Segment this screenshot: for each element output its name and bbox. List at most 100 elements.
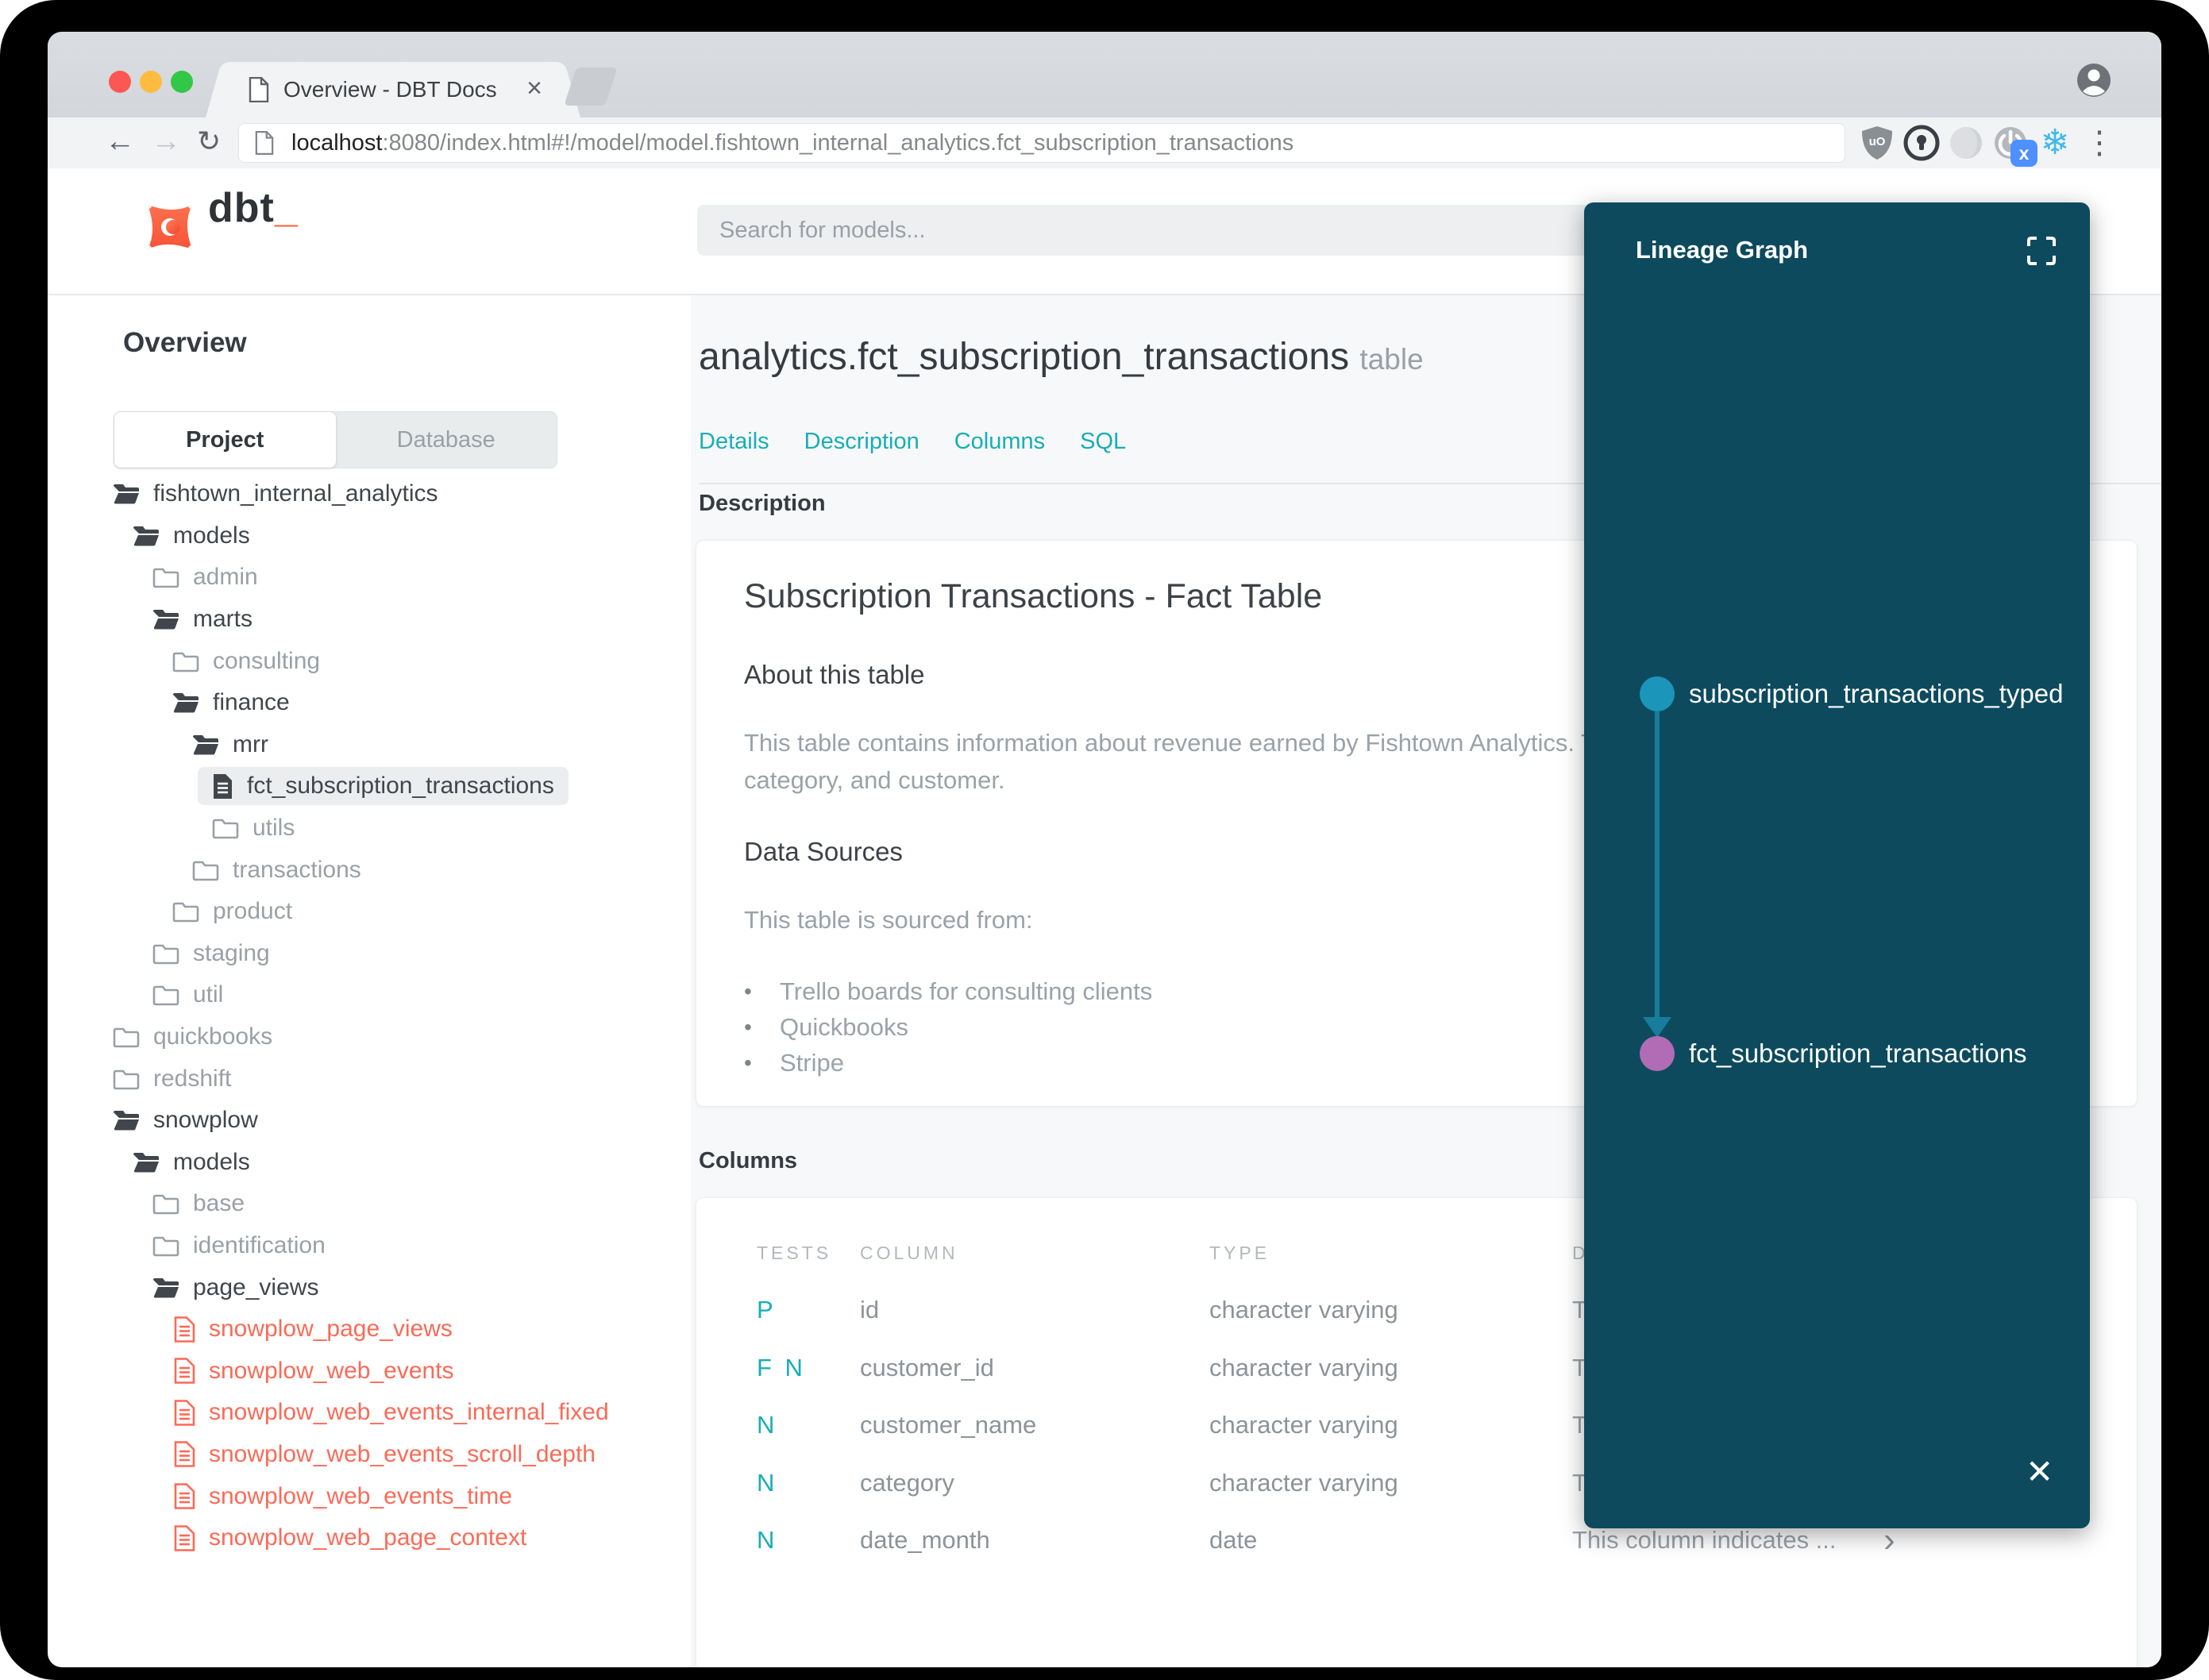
model-nav-link[interactable]: Columns — [954, 429, 1045, 455]
file-icon — [174, 1316, 195, 1343]
about-heading: About this table — [744, 660, 925, 689]
page-title: analytics.fct_subscription_transactions … — [699, 336, 1424, 378]
column-header: TYPE — [1209, 1243, 1270, 1263]
tab-project[interactable]: Project — [114, 412, 336, 468]
tree-item[interactable]: models — [48, 515, 691, 557]
snowflake-extension-icon[interactable]: ❄ — [2034, 118, 2076, 168]
folder-closed-icon — [113, 1068, 140, 1090]
window-zoom-button[interactable] — [171, 71, 193, 93]
tree-item[interactable]: snowplow_web_events_scroll_depth — [48, 1434, 691, 1476]
page-title-suffix: table — [1359, 343, 1424, 376]
tree-item[interactable]: fct_subscription_transactions — [48, 765, 691, 807]
row-column-name: customer_id — [860, 1353, 994, 1381]
tree-item[interactable]: snowplow_web_events_time — [48, 1475, 691, 1517]
dbt-logo-icon[interactable] — [137, 194, 203, 260]
tree-item-label: snowplow_web_events_scroll_depth — [209, 1440, 596, 1467]
tree-item[interactable]: product — [48, 891, 691, 933]
tree-item[interactable]: base — [48, 1183, 691, 1225]
tree-item-label: snowplow_web_events — [209, 1357, 454, 1384]
browser-tabstrip: Overview - DBT Docs × — [48, 32, 2161, 118]
tree-item[interactable]: mrr — [48, 724, 691, 766]
model-nav-link[interactable]: Description — [804, 429, 919, 455]
back-button[interactable]: ← — [105, 118, 135, 167]
forward-button[interactable]: → — [151, 118, 181, 167]
tree-item-label: utils — [253, 815, 295, 842]
source-list-item: • Stripe — [744, 1045, 1152, 1081]
row-type: character varying — [1209, 1353, 1398, 1381]
lineage-close-icon[interactable]: ✕ — [2026, 1455, 2053, 1489]
folder-open-icon — [172, 692, 199, 714]
url-text: localhost:8080/index.html#!/model/model.… — [291, 130, 1293, 156]
tree-item[interactable]: models — [48, 1142, 691, 1184]
model-nav: Details Description Columns SQL — [699, 429, 1126, 455]
folder-closed-icon — [152, 566, 179, 588]
ublock-glyph: uO — [1869, 135, 1886, 148]
tab-title: Overview - DBT Docs — [283, 77, 497, 102]
source-label: Stripe — [780, 1048, 844, 1077]
address-bar[interactable]: localhost:8080/index.html#!/model/model.… — [238, 123, 1845, 163]
folder-open-icon — [152, 1277, 179, 1299]
new-tab-button[interactable] — [564, 67, 618, 106]
lineage-node-label: fct_subscription_transactions — [1689, 1038, 2027, 1068]
tree-item-label: snowplow_web_page_context — [209, 1524, 527, 1551]
tree-item[interactable]: finance — [48, 682, 691, 724]
tree-item[interactable]: page_views — [48, 1266, 691, 1308]
tree-item[interactable]: snowplow_web_events — [48, 1350, 691, 1392]
tree-item-label: snowplow_page_views — [209, 1316, 453, 1343]
model-nav-link[interactable]: Details — [699, 429, 769, 455]
fullscreen-icon[interactable] — [2025, 234, 2058, 268]
about-text-line2: category, and customer. — [744, 766, 1005, 794]
reload-button[interactable]: ↻ — [197, 118, 221, 167]
tree-item[interactable]: util — [48, 974, 691, 1016]
tree-item[interactable]: snowplow — [48, 1100, 691, 1142]
tree-item[interactable]: marts — [48, 599, 691, 641]
url-host: localhost — [291, 129, 383, 156]
onepassword-extension-icon[interactable] — [1901, 118, 1942, 168]
tree-item[interactable]: consulting — [48, 640, 691, 682]
sources-list: • Trello boards for consulting clients • Q… — [744, 974, 1152, 1081]
tab-close-icon[interactable]: × — [526, 62, 542, 118]
tree-item[interactable]: utils — [48, 807, 691, 850]
folder-open-icon — [113, 483, 140, 505]
tree-item-label: product — [213, 898, 293, 925]
source-list-item: • Quickbooks — [744, 1010, 1152, 1046]
browser-tab[interactable]: Overview - DBT Docs × — [226, 62, 560, 118]
folder-closed-icon — [152, 1193, 179, 1215]
tree-item[interactable]: transactions — [48, 849, 691, 891]
tree-item[interactable]: snowplow_web_page_context — [48, 1517, 691, 1559]
row-tests: N — [757, 1468, 775, 1497]
tree-item-label: quickbooks — [153, 1023, 273, 1050]
tree-item[interactable]: admin — [48, 557, 691, 599]
tree-item[interactable]: quickbooks — [48, 1016, 691, 1058]
folder-open-icon — [152, 608, 179, 630]
folder-closed-icon — [113, 1026, 140, 1048]
sidebar-overview-title: Overview — [123, 327, 247, 358]
browser-menu-icon[interactable]: ⋮ — [2079, 118, 2120, 168]
page-document-icon — [255, 131, 274, 155]
tree-item[interactable]: staging — [48, 933, 691, 975]
tree-item[interactable]: snowplow_page_views — [48, 1308, 691, 1351]
folder-closed-icon — [192, 859, 219, 881]
search-input[interactable] — [697, 205, 1636, 256]
extension-badge: x — [2010, 140, 2037, 167]
window-close-button[interactable] — [109, 71, 131, 93]
lineage-node[interactable]: subscription_transactions_typed — [1640, 676, 2063, 711]
tree-item-label: util — [193, 981, 224, 1008]
tree-item[interactable]: snowplow_web_events_internal_fixed — [48, 1392, 691, 1434]
lineage-node[interactable]: fct_subscription_transactions — [1640, 1036, 2027, 1071]
extension-circle-icon[interactable] — [1945, 118, 1987, 168]
tree-item[interactable]: identification — [48, 1225, 691, 1267]
model-nav-link[interactable]: SQL — [1080, 429, 1126, 455]
row-tests: P — [757, 1296, 773, 1324]
source-label: Trello boards for consulting clients — [780, 977, 1153, 1006]
lineage-graph-title: Lineage Graph — [1636, 236, 1809, 264]
window-minimize-button[interactable] — [140, 71, 162, 93]
tree-item[interactable]: redshift — [48, 1058, 691, 1100]
ublock-extension-icon[interactable]: uO — [1856, 118, 1898, 168]
tree-item[interactable]: fishtown_internal_analytics — [48, 473, 691, 515]
tree-item-label: staging — [193, 939, 270, 966]
tree-item-label: marts — [193, 606, 253, 633]
tree-item-label: snowplow — [153, 1107, 258, 1134]
tab-database[interactable]: Database — [336, 412, 557, 468]
profile-avatar-icon[interactable] — [2076, 62, 2112, 98]
